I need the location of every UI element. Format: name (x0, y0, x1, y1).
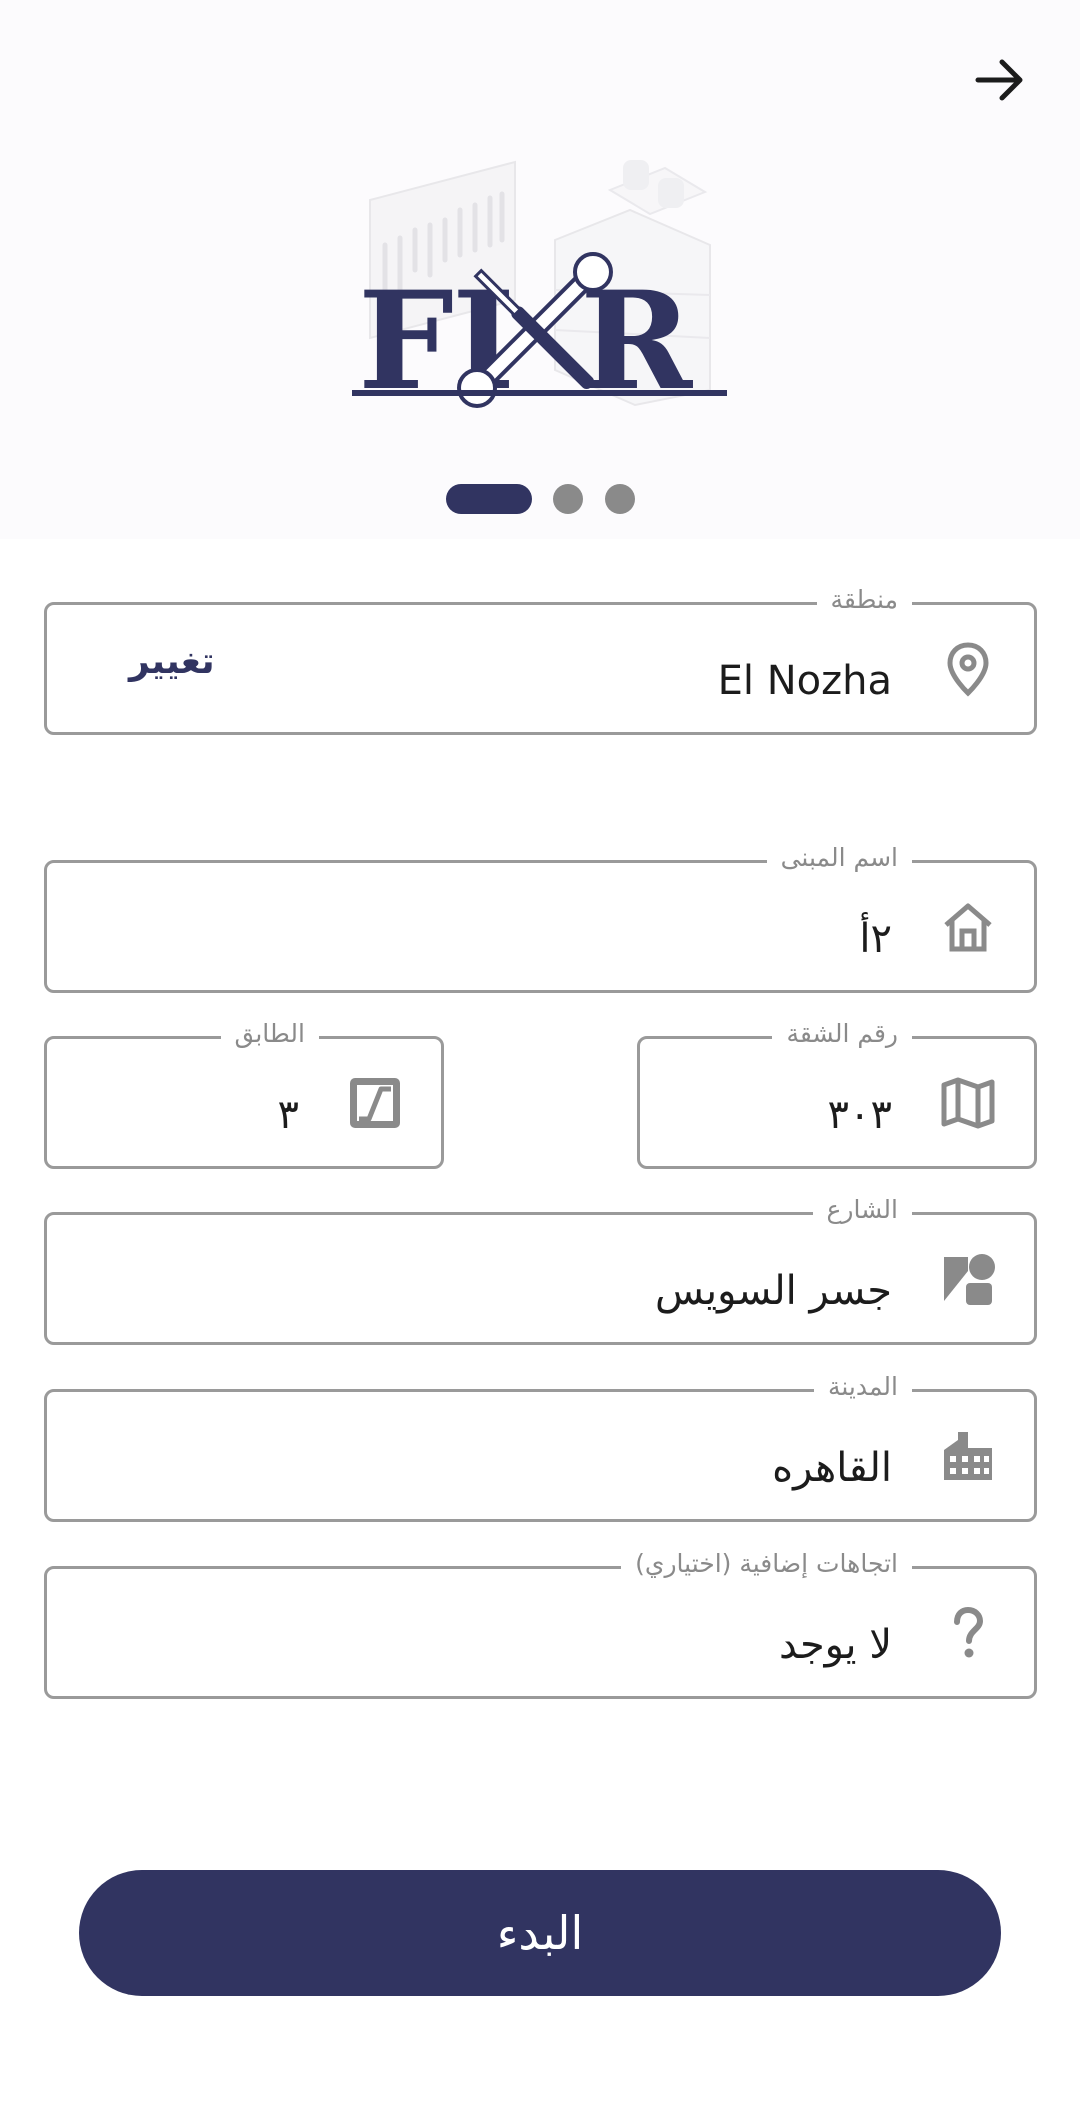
city-buildings-icon (944, 1432, 992, 1480)
city-field[interactable]: المدينة القاهره (44, 1372, 1037, 1522)
start-button[interactable]: البدء (79, 1870, 1001, 1996)
floor-field[interactable]: الطابق ٣ (44, 1019, 444, 1169)
home-icon (944, 903, 992, 952)
city-value: القاهره (772, 1445, 892, 1491)
stairs-icon (350, 1078, 400, 1128)
fixr-logo: F I R (352, 160, 727, 410)
onboarding-pager (0, 484, 1080, 516)
area-label: منطقة (816, 585, 912, 615)
extra-directions-value: لا يوجد (778, 1622, 892, 1668)
change-area-button[interactable]: تغيير (129, 641, 215, 682)
location-pin-icon (947, 642, 989, 697)
onboarding-header: F I R (0, 0, 1080, 539)
area-value: El Nozha (717, 658, 892, 704)
extra-directions-field[interactable]: اتجاهات إضافية (اختياري) لا يوجد (44, 1549, 1037, 1699)
building-name-label: اسم المبنى (766, 843, 912, 873)
area-field[interactable]: منطقة تغيير El Nozha (44, 585, 1037, 735)
logo-letter-f: F (358, 261, 454, 410)
apartment-number-value: ٣٠٣ (827, 1092, 892, 1138)
apartment-number-label: رقم الشقة (772, 1019, 912, 1049)
street-shapes-icon (944, 1254, 995, 1305)
map-icon (941, 1077, 995, 1129)
pager-dot-active[interactable] (446, 484, 532, 514)
pager-dot[interactable] (553, 484, 583, 514)
question-mark-icon (954, 1606, 984, 1658)
pager-dot[interactable] (605, 484, 635, 514)
floor-label: الطابق (220, 1019, 319, 1049)
street-value: جسر السويس (655, 1268, 892, 1314)
street-field[interactable]: الشارع جسر السويس (44, 1195, 1037, 1345)
arrow-right-icon[interactable] (970, 50, 1030, 110)
city-label: المدينة (813, 1372, 912, 1402)
apartment-number-field[interactable]: رقم الشقة ٣٠٣ (637, 1019, 1037, 1169)
building-name-value: ٢أ (859, 916, 892, 962)
building-name-field[interactable]: اسم المبنى ٢أ (44, 843, 1037, 993)
extra-directions-label: اتجاهات إضافية (اختياري) (621, 1549, 912, 1579)
floor-value: ٣ (277, 1092, 299, 1138)
street-label: الشارع (812, 1195, 912, 1225)
